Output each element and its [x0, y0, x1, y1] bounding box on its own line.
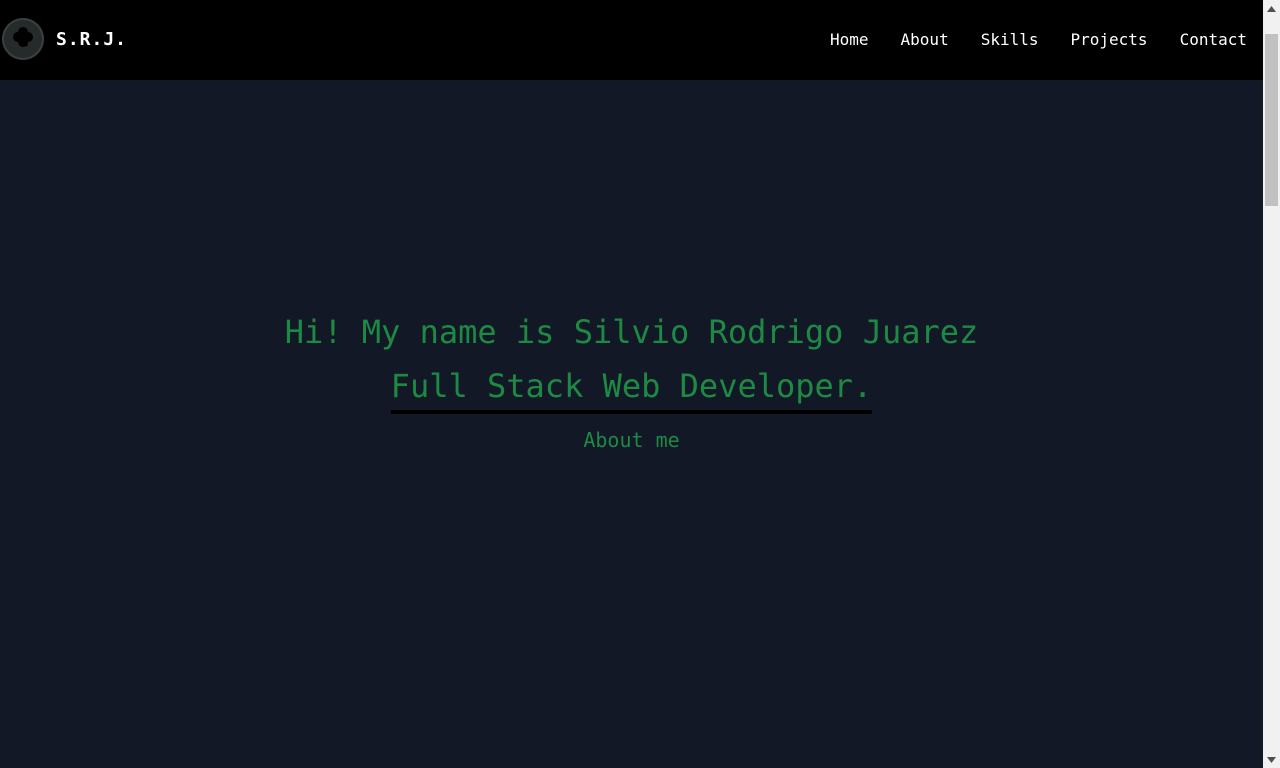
hero-section: Hi! My name is Silvio Rodrigo Juarez Ful…: [0, 300, 1263, 454]
nav-links: Home About Skills Projects Contact: [830, 28, 1247, 52]
logo[interactable]: [2, 18, 44, 60]
hero-role: Full Stack Web Developer.: [390, 364, 873, 414]
scroll-down-icon[interactable]: [1263, 751, 1280, 768]
clover-icon: [10, 24, 36, 54]
nav-link-home[interactable]: Home: [830, 28, 869, 52]
hero-greeting: Hi! My name is Silvio Rodrigo Juarez: [284, 313, 979, 351]
nav-link-contact[interactable]: Contact: [1180, 28, 1247, 52]
nav-link-about[interactable]: About: [901, 28, 949, 52]
navbar: S.R.J. Home About Skills Projects Contac…: [0, 0, 1263, 80]
brand-name[interactable]: S.R.J.: [56, 28, 127, 52]
role-wrapper: Full Stack Web Developer.: [0, 364, 1263, 414]
nav-link-skills[interactable]: Skills: [981, 28, 1039, 52]
scrollbar-thumb[interactable]: [1265, 34, 1278, 206]
vertical-scrollbar[interactable]: [1263, 0, 1280, 768]
about-me-button[interactable]: About me: [583, 426, 679, 454]
scroll-up-icon[interactable]: [1263, 0, 1280, 17]
page: S.R.J. Home About Skills Projects Contac…: [0, 0, 1263, 768]
nav-link-projects[interactable]: Projects: [1071, 28, 1148, 52]
